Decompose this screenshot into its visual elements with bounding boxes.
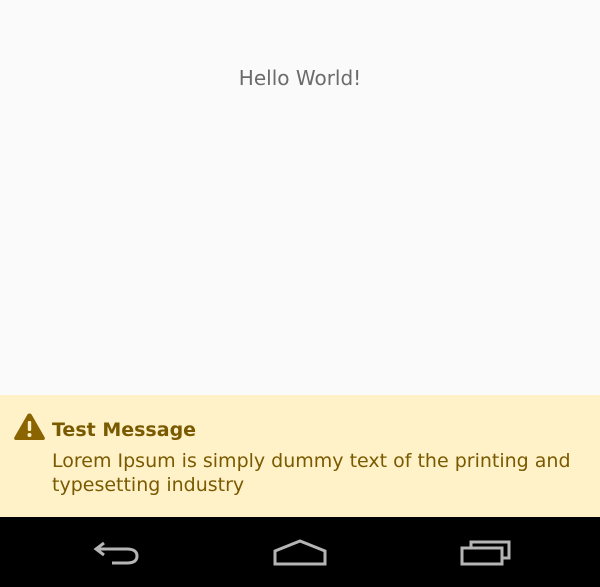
back-button[interactable] [86,535,146,569]
recent-apps-button[interactable] [455,535,515,569]
home-button[interactable] [270,535,330,569]
app-screen: Hello World! Test Message Lorem Ipsum is… [0,0,600,587]
warning-triangle-icon [14,413,45,440]
system-navigation-bar [0,517,600,587]
back-icon [93,541,139,565]
banner-message: Lorem Ipsum is simply dummy text of the … [52,450,571,496]
warning-banner: Test Message Lorem Ipsum is simply dummy… [0,395,600,517]
recent-apps-icon [460,540,511,566]
main-content: Hello World! [0,0,600,395]
banner-title: Test Message [52,419,197,441]
home-icon [273,539,327,566]
greeting-text: Hello World! [238,66,362,90]
